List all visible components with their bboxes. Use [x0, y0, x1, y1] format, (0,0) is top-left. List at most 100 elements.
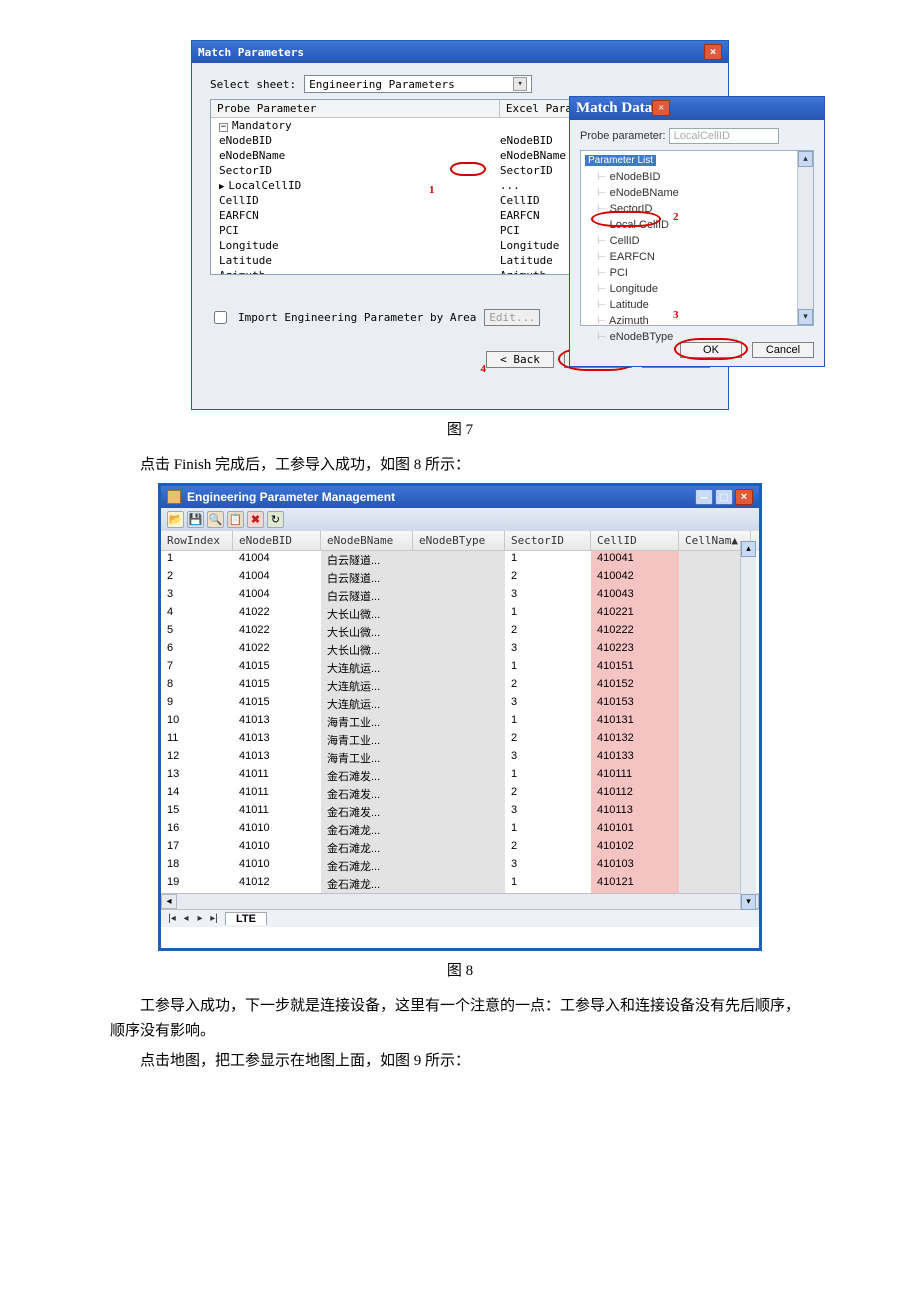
- list-item[interactable]: ⊢ eNodeBName: [597, 185, 813, 201]
- table-row[interactable]: 341004白云隧道...3410043: [161, 587, 759, 605]
- vertical-scrollbar[interactable]: ▴ ▾: [797, 151, 813, 325]
- list-item[interactable]: ⊢ EARFCN: [597, 249, 813, 265]
- probe-parameter-field[interactable]: LocalCellID: [669, 128, 779, 144]
- col-sectorid[interactable]: SectorID: [505, 531, 591, 551]
- list-item[interactable]: ⊢ Latitude: [597, 297, 813, 313]
- match-parameters-title: Match Parameters: [198, 46, 304, 59]
- collapse-icon[interactable]: −: [219, 123, 228, 132]
- table-row[interactable]: 741015大连航运...1410151: [161, 659, 759, 677]
- table-row[interactable]: 141004白云隧道...1410041: [161, 551, 759, 569]
- table-row[interactable]: 1141013海青工业...2410132: [161, 731, 759, 749]
- probe-param: eNodeBName: [219, 149, 285, 162]
- table-row[interactable]: 241004白云隧道...2410042: [161, 569, 759, 587]
- body-text: 工参导入成功，下一步就是连接设备，这里有一个注意的一点：工参导入和连接设备没有先…: [110, 994, 810, 1045]
- excel-param: Latitude: [500, 254, 553, 267]
- excel-param: PCI: [500, 224, 520, 237]
- table-row[interactable]: 841015大连航运...2410152: [161, 677, 759, 695]
- open-icon[interactable]: 📂: [167, 511, 184, 528]
- table-row[interactable]: 1541011金石滩发...3410113: [161, 803, 759, 821]
- table-row[interactable]: 1741010金石滩龙...2410102: [161, 839, 759, 857]
- excel-param: eNodeBName: [500, 149, 566, 162]
- tab-strip: |◂ ◂ ▸ ▸| LTE: [161, 909, 759, 927]
- last-icon[interactable]: ▸|: [207, 913, 221, 924]
- table-row[interactable]: 541022大长山微...2410222: [161, 623, 759, 641]
- table-row[interactable]: 1441011金石滩发...2410112: [161, 785, 759, 803]
- list-item[interactable]: ⊢ CellID: [597, 233, 813, 249]
- select-sheet-dropdown[interactable]: Engineering Parameters ▾: [304, 75, 532, 93]
- scroll-down-icon[interactable]: ▾: [741, 894, 756, 910]
- scroll-up-icon[interactable]: ▴: [741, 541, 756, 557]
- list-item[interactable]: ⊢ eNodeBID: [597, 169, 813, 185]
- probe-param: Longitude: [219, 239, 279, 252]
- table-row[interactable]: 941015大连航运...3410153: [161, 695, 759, 713]
- close-icon[interactable]: ×: [735, 489, 753, 505]
- refresh-icon[interactable]: ↻: [267, 511, 284, 528]
- list-item[interactable]: ⊢ SectorID: [597, 201, 813, 217]
- excel-param: ...: [500, 179, 520, 192]
- scroll-down-icon[interactable]: ▾: [798, 309, 813, 325]
- list-item[interactable]: ⊢ Local CellID: [597, 217, 813, 233]
- col-enodebid[interactable]: eNodeBID: [233, 531, 321, 551]
- probe-param: EARFCN: [219, 209, 259, 222]
- figure-7: Match Parameters × Select sheet: Enginee…: [191, 40, 729, 410]
- body-text: 点击地图，把工参显示在地图上面，如图 9 所示：: [110, 1049, 810, 1075]
- group-mandatory: Mandatory: [232, 119, 292, 132]
- annotation-4: 4: [481, 363, 487, 375]
- match-data-window: Match Data × Probe parameter: LocalCellI…: [569, 96, 825, 367]
- table-row[interactable]: 1241013海青工业...3410133: [161, 749, 759, 767]
- save-icon[interactable]: 💾: [187, 511, 204, 528]
- table-row[interactable]: 641022大长山微...3410223: [161, 641, 759, 659]
- close-icon[interactable]: ×: [704, 44, 722, 60]
- ok-button[interactable]: OK: [680, 342, 742, 358]
- sort-asc-icon: ▲: [731, 534, 738, 547]
- probe-param: eNodeBID: [219, 134, 272, 147]
- match-data-title: Match Data: [576, 100, 652, 117]
- excel-param: CellID: [500, 194, 540, 207]
- list-item[interactable]: ⊢ Longitude: [597, 281, 813, 297]
- col-rowindex[interactable]: RowIndex: [161, 531, 233, 551]
- minimize-icon[interactable]: ‒: [695, 489, 713, 505]
- grid-header: RowIndex eNodeBID eNodeBName eNodeBType …: [161, 531, 759, 551]
- table-row[interactable]: 1041013海青工业...1410131: [161, 713, 759, 731]
- excel-param: EARFCN: [500, 209, 540, 222]
- epm-title: Engineering Parameter Management: [187, 490, 395, 504]
- excel-param: Azimuth: [500, 269, 546, 275]
- col-enodebtype[interactable]: eNodeBType: [413, 531, 505, 551]
- excel-param: eNodeBID: [500, 134, 553, 147]
- current-row-icon: ▶: [219, 182, 224, 192]
- maximize-icon[interactable]: □: [715, 489, 733, 505]
- table-row[interactable]: 1941012金石滩龙...1410121: [161, 875, 759, 893]
- prev-icon[interactable]: ◂: [179, 913, 193, 924]
- close-icon[interactable]: ×: [652, 100, 670, 116]
- back-button[interactable]: < Back: [486, 351, 554, 368]
- probe-param: Latitude: [219, 254, 272, 267]
- tab-lte[interactable]: LTE: [225, 912, 267, 925]
- list-item[interactable]: ⊢ PCI: [597, 265, 813, 281]
- col-enodebname[interactable]: eNodeBName: [321, 531, 413, 551]
- horizontal-scrollbar[interactable]: ◂ ▸: [161, 893, 759, 909]
- probe-param: LocalCellID: [228, 179, 301, 192]
- app-icon: [167, 490, 181, 504]
- figure-7-caption: 图 7: [110, 418, 810, 439]
- col-cellid[interactable]: CellID: [591, 531, 679, 551]
- table-row[interactable]: 441022大长山微...1410221: [161, 605, 759, 623]
- copy-icon[interactable]: 📋: [227, 511, 244, 528]
- table-row[interactable]: 1341011金石滩发...1410111: [161, 767, 759, 785]
- table-row[interactable]: 1841010金石滩龙...3410103: [161, 857, 759, 875]
- vertical-scrollbar[interactable]: ▴ ▾: [740, 541, 756, 910]
- scroll-up-icon[interactable]: ▴: [798, 151, 813, 167]
- scroll-left-icon[interactable]: ◂: [161, 894, 177, 909]
- next-icon[interactable]: ▸: [193, 913, 207, 924]
- excel-param: SectorID: [500, 164, 553, 177]
- import-by-area-checkbox[interactable]: [214, 311, 227, 324]
- find-icon[interactable]: 🔍: [207, 511, 224, 528]
- list-item[interactable]: ⊢ Azimuth: [597, 313, 813, 329]
- delete-icon[interactable]: ✖: [247, 511, 264, 528]
- parameter-list-header: Parameter List: [585, 155, 656, 166]
- col-probe-parameter: Probe Parameter: [211, 100, 500, 117]
- toolbar: 📂 💾 🔍 📋 ✖ ↻: [161, 508, 759, 531]
- table-row[interactable]: 1641010金石滩龙...1410101: [161, 821, 759, 839]
- probe-parameter-label: Probe parameter:: [580, 130, 666, 142]
- first-icon[interactable]: |◂: [165, 913, 179, 924]
- select-sheet-value: Engineering Parameters: [309, 78, 513, 91]
